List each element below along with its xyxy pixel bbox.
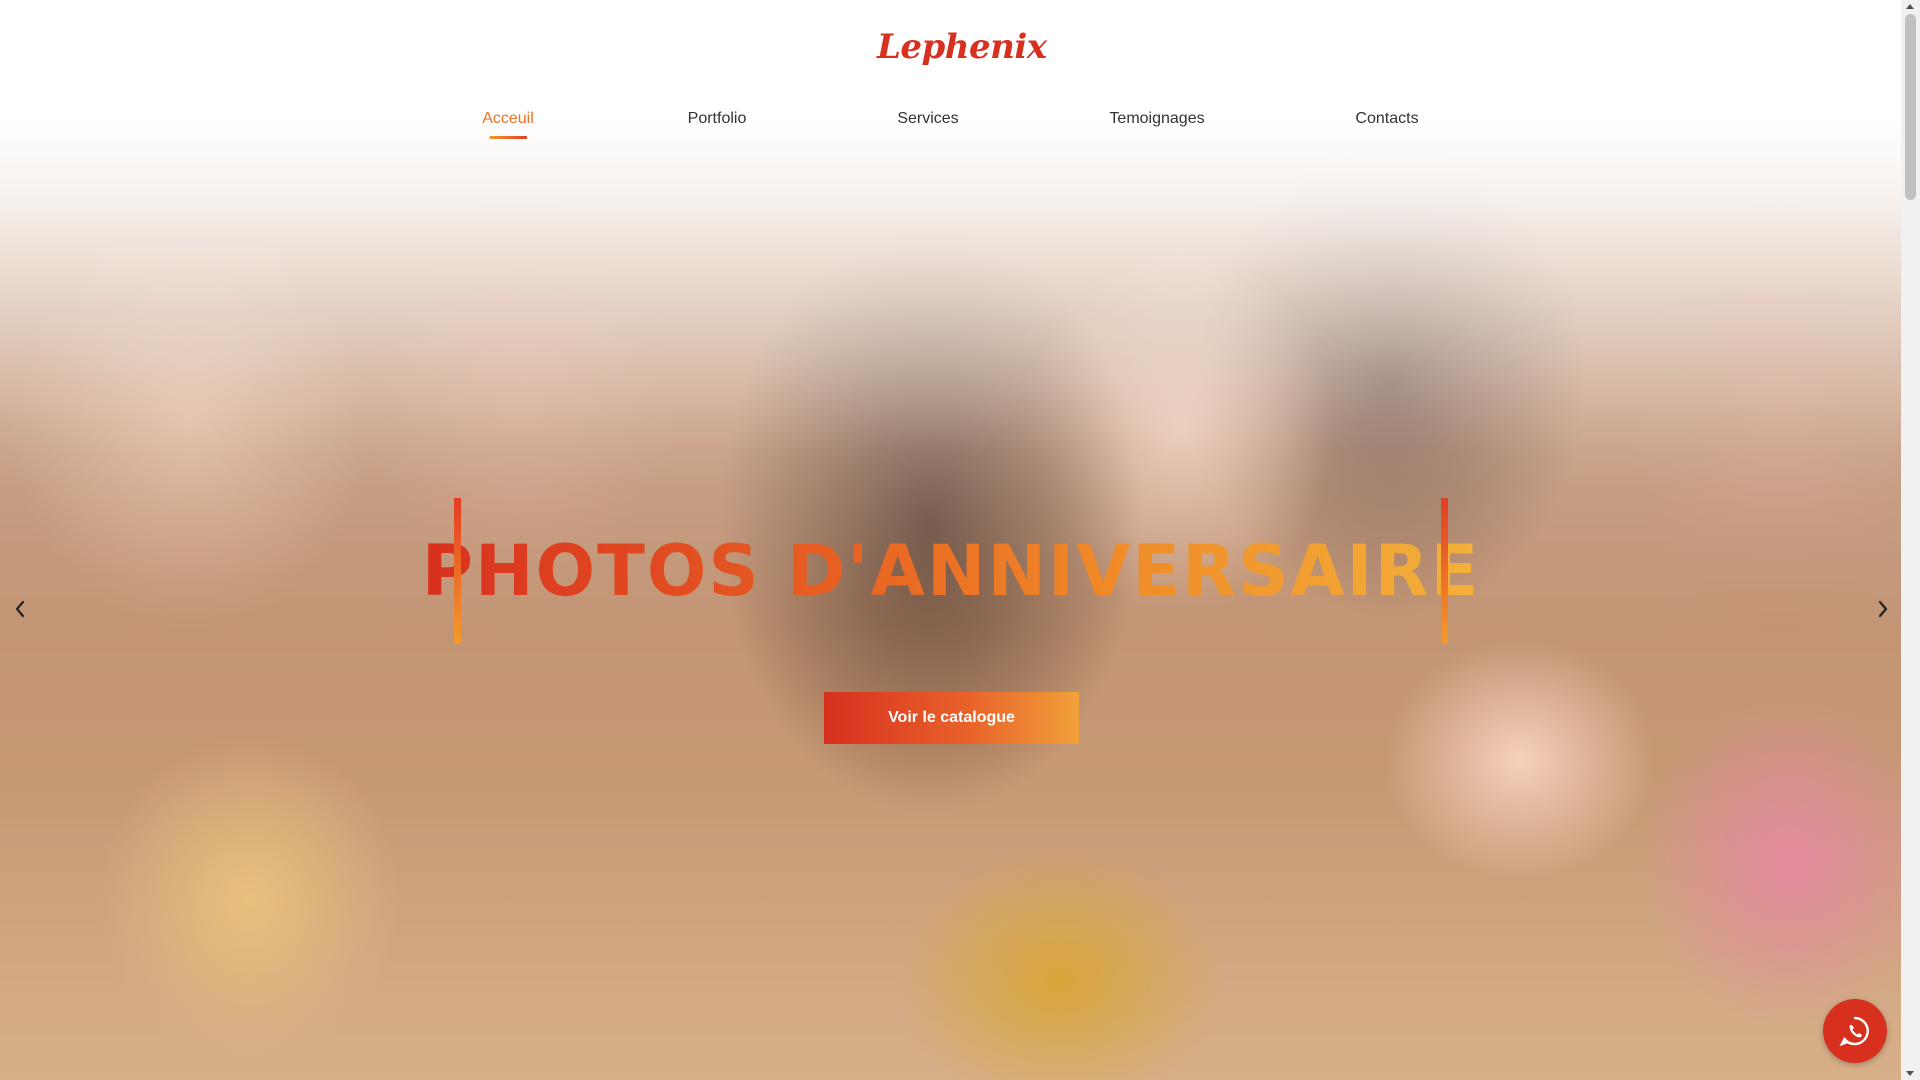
nav-item-label: Services [897,110,959,127]
main-nav: Acceuil Portfolio Services Temoignages C… [0,110,1901,142]
page-scrollbar[interactable] [1901,0,1920,1080]
headline-right-bar [1441,498,1448,644]
chevron-right-icon [1878,600,1888,618]
nav-item-label: Contacts [1355,110,1419,127]
site-logo[interactable]: Lephenix [875,14,1047,80]
nav-item-contacts[interactable]: Contacts [1355,110,1418,128]
view-catalogue-button[interactable]: Voir le catalogue [824,692,1079,744]
headline-left-bar [454,498,461,644]
scroll-down-icon[interactable] [1906,1071,1914,1076]
hero-headline: PHOTOS D'ANNIVERSAIRE [421,530,1481,612]
logo-text: Lephenix [877,27,1047,67]
nav-item-label: Temoignages [1109,110,1205,127]
scrollbar-thumb[interactable] [1905,14,1916,200]
nav-item-label: Acceuil [482,110,534,127]
nav-item-label: Portfolio [687,110,747,127]
nav-item-acceuil[interactable]: Acceuil [482,110,534,139]
whatsapp-icon [1839,1016,1869,1047]
active-nav-indicator [488,136,527,139]
whatsapp-chat-button[interactable] [1823,999,1887,1063]
carousel-prev-button[interactable] [5,594,35,624]
nav-item-portfolio[interactable]: Portfolio [688,110,747,128]
carousel-next-button[interactable] [1868,594,1898,624]
hero-headline-block: PHOTOS D'ANNIVERSAIRE [422,498,1478,644]
nav-item-services[interactable]: Services [897,110,958,128]
nav-item-temoignages[interactable]: Temoignages [1109,110,1204,128]
chevron-left-icon [15,600,25,618]
scroll-up-icon[interactable] [1906,4,1914,9]
